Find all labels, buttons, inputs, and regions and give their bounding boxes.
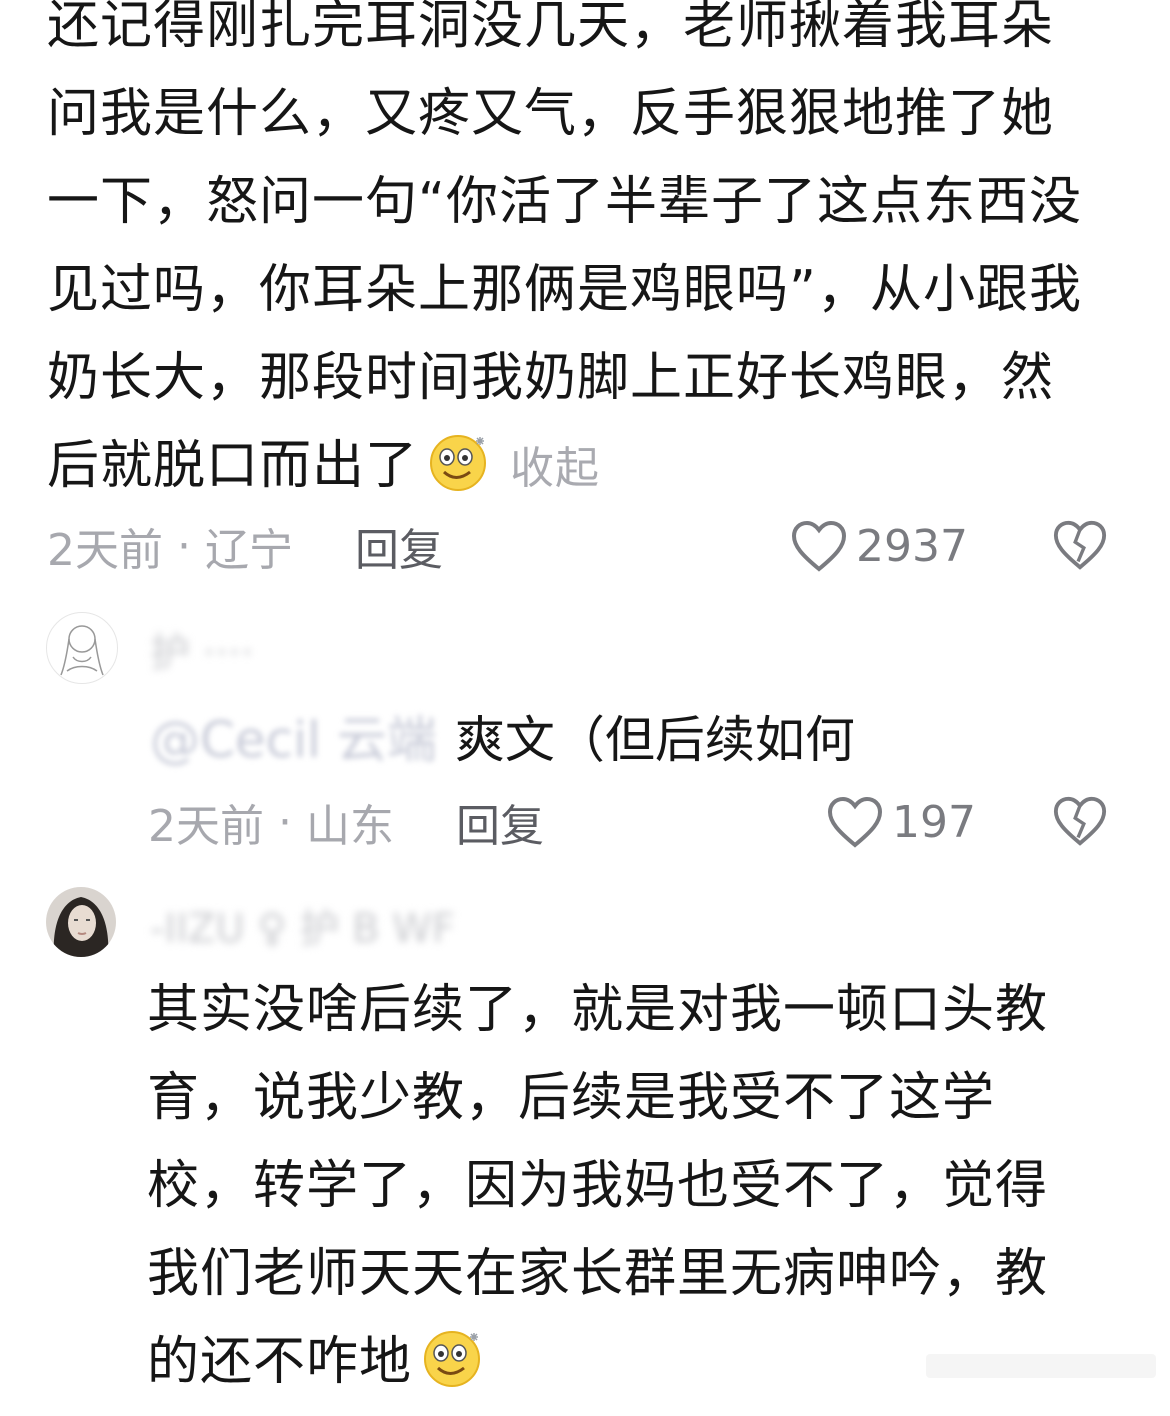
comment-1-line: 问我是什么，又疼又气，反手狠狠地推了她 — [47, 84, 1055, 144]
comment-3-line: 我们老师天天在家长群里无病呻吟，教 — [147, 1244, 1049, 1304]
heart-outline-icon — [791, 520, 847, 572]
blurred-username: -IIZU ♀ 护 B WF — [150, 906, 455, 952]
comment-3-line: 其实没啥后续了，就是对我一顿口头教 — [147, 980, 1049, 1040]
avatar-drawing-icon — [60, 625, 104, 676]
comment-3-line: 校，转学了，因为我妈也受不了，觉得 — [147, 1156, 1049, 1216]
comment-2-content: 爽文（但后续如何 — [454, 711, 855, 769]
comment-3-line: 的还不咋地 — [147, 1332, 413, 1392]
comment-1-text: 还记得刚扎完耳洞没几天，老师揪着我耳朵 问我是什么，又疼又气，反手狠狠地推了她 … — [47, 0, 1127, 513]
comment-1-line: 后就脱口而出了 收起 — [47, 422, 1127, 513]
reply-button[interactable]: 回复 — [456, 790, 544, 854]
watermark — [926, 1346, 1156, 1386]
dislike-button[interactable] — [1052, 518, 1108, 574]
comment-location: 辽宁 — [204, 525, 293, 576]
comment-3-text: 其实没啥后续了，就是对我一顿口头教 育，说我少教，后续是我受不了这学 校，转学了… — [147, 966, 1107, 1406]
comment-time: 2天前 — [47, 525, 163, 576]
collapse-button[interactable]: 收起 — [510, 443, 600, 494]
mention-link[interactable]: @Cecil 云端 — [150, 700, 437, 772]
meta-separator: · — [163, 520, 205, 572]
meta-separator: · — [264, 796, 306, 848]
like-count: 2937 — [856, 520, 968, 572]
sweat-smile-emoji-icon — [428, 429, 492, 493]
like-button[interactable]: 197 — [826, 792, 976, 852]
heart-outline-icon — [827, 796, 883, 848]
sweat-smile-emoji-icon — [422, 1325, 486, 1389]
comment-time: 2天前 — [148, 801, 264, 852]
comment-3-line: 育，说我少教，后续是我受不了这学 — [147, 1068, 996, 1128]
comment-location: 山东 — [305, 801, 394, 852]
dislike-button[interactable] — [1052, 794, 1108, 850]
comment-1-meta: 2天前 · 辽宁 回复 — [47, 514, 443, 578]
comment-2-text: @Cecil 云端 爽文（但后续如何 — [150, 698, 855, 774]
avatar-photo-icon — [46, 887, 116, 957]
like-button[interactable]: 2937 — [790, 516, 968, 576]
comment-1-line: 还记得刚扎完耳洞没几天，老师揪着我耳朵 — [47, 0, 1055, 56]
comment-2-meta: 2天前 · 山东 回复 — [148, 790, 544, 854]
comment-1-line: 奶长大，那段时间我奶脚上正好长鸡眼，然 — [47, 348, 1055, 408]
watermark-logo-icon — [926, 1354, 1156, 1378]
comment-1-line: 见过吗，你耳朵上那俩是鸡眼吗”，从小跟我 — [47, 260, 1082, 320]
avatar[interactable] — [46, 887, 116, 957]
broken-heart-icon — [1053, 520, 1107, 570]
comment-1-line: 一下，怒问一句“你活了半辈子了这点东西没 — [47, 172, 1082, 232]
comment-1-line: 后就脱口而出了 — [47, 436, 419, 496]
like-count: 197 — [892, 796, 976, 848]
broken-heart-icon — [1053, 796, 1107, 846]
reply-button[interactable]: 回复 — [355, 514, 443, 578]
blurred-username: 护 ···· — [150, 630, 254, 676]
avatar[interactable] — [46, 612, 118, 684]
